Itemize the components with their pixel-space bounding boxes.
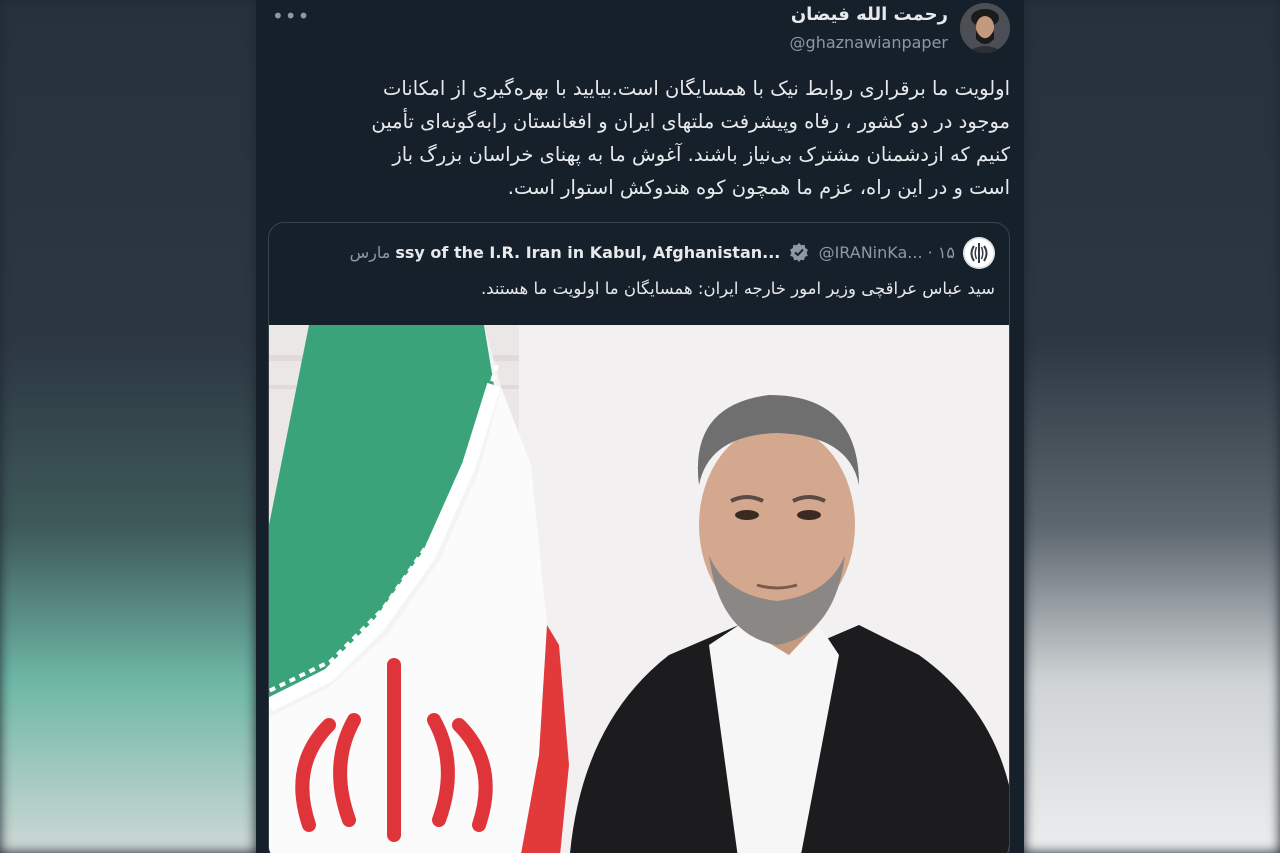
quoted-handle[interactable]: @IRANinKa... xyxy=(819,243,923,262)
avatar[interactable] xyxy=(960,3,1010,53)
avatar-image xyxy=(960,3,1010,53)
background-right xyxy=(1024,0,1280,853)
separator-dot: · xyxy=(927,243,933,262)
verified-badge-icon xyxy=(789,242,809,262)
tweet-card[interactable]: ••• رحمت الله فیضان @ghaznawianpaper اول… xyxy=(256,0,1024,853)
background-left xyxy=(0,0,256,853)
quoted-display-name[interactable]: ssy of the I.R. Iran in Kabul, Afghanist… xyxy=(395,243,780,262)
tweet-text: اولویت ما برقراری روابط نیک با همسایگان … xyxy=(280,72,1010,204)
quoted-tweet-text: سید عباس عراقچی وزیر امور خارجه ایران: ه… xyxy=(480,279,995,298)
quoted-tweet-image[interactable] xyxy=(269,325,1009,853)
user-handle[interactable]: @ghaznawianpaper xyxy=(790,33,948,52)
display-name[interactable]: رحمت الله فیضان xyxy=(791,4,948,25)
portrait-photo xyxy=(269,325,1009,853)
tweet-text-line: موجود در دو کشور ، رفاه وپیشرفت ملتهای ا… xyxy=(371,110,1010,133)
tweet-text-line: کنیم که ازدشمنان مشترک بی‌نیاز باشند. آغ… xyxy=(392,143,1010,166)
quoted-tweet-header: ssy of the I.R. Iran in Kabul, Afghanist… xyxy=(295,240,955,266)
ellipsis-icon[interactable]: ••• xyxy=(272,6,309,26)
embassy-emblem-icon xyxy=(963,237,995,269)
tweet-text-line: اولویت ما برقراری روابط نیک با همسایگان … xyxy=(382,77,1010,100)
tweet-text-line: است و در این راه، عزم ما همچون کوه هندوک… xyxy=(507,176,1010,199)
quoted-tweet[interactable]: ssy of the I.R. Iran in Kabul, Afghanist… xyxy=(268,222,1010,853)
